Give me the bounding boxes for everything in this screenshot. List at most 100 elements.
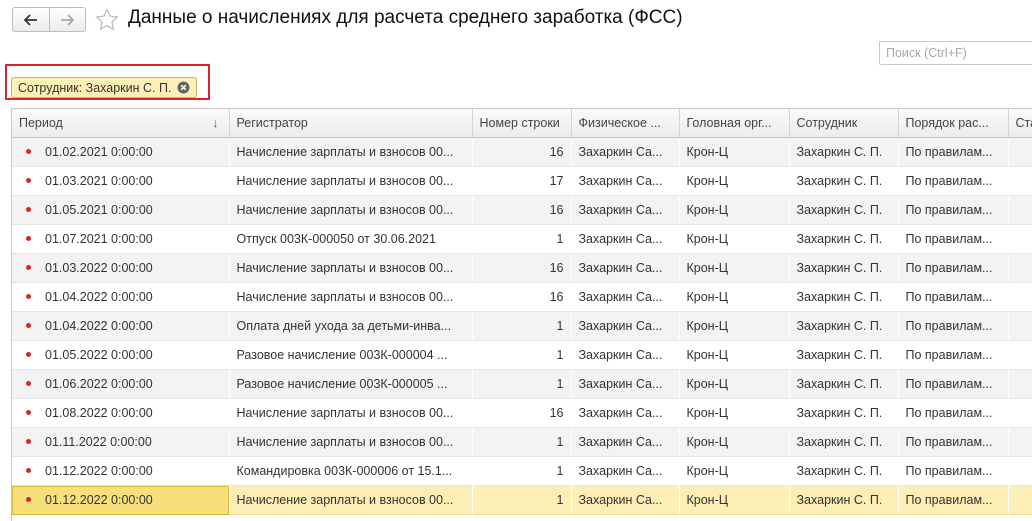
cell-status[interactable]	[1008, 282, 1032, 312]
cell-registrar[interactable]: Начисление зарплаты и взносов 00...	[229, 282, 473, 312]
cell-employee[interactable]: Захаркин С. П.	[789, 485, 899, 515]
cell-period[interactable]: 01.03.2022 0:00:00	[12, 253, 230, 283]
cell-status[interactable]	[1008, 340, 1032, 370]
column-header-calculation-order[interactable]: Порядок рас...	[898, 109, 1009, 138]
cell-registrar[interactable]: Отпуск 003К-000050 от 30.06.2021	[229, 224, 473, 254]
cell-calculation-order[interactable]: По правилам...	[898, 427, 1009, 457]
cell-status[interactable]	[1008, 195, 1032, 225]
cell-registrar[interactable]: Оплата дней ухода за детьми-инва...	[229, 311, 473, 341]
star-icon[interactable]	[95, 8, 119, 30]
cell-period[interactable]: 01.06.2022 0:00:00	[12, 369, 230, 399]
cell-individual[interactable]: Захаркин Са...	[571, 224, 680, 254]
cell-registrar[interactable]: Начисление зарплаты и взносов 00...	[229, 166, 473, 196]
cell-line-number[interactable]: 16	[472, 137, 572, 167]
cell-individual[interactable]: Захаркин Са...	[571, 340, 680, 370]
cell-line-number[interactable]: 1	[472, 224, 572, 254]
table-row[interactable]: 01.02.2021 0:00:00 Начисление зарплаты и …	[12, 137, 1032, 167]
forward-button[interactable]	[48, 8, 86, 31]
cell-registrar[interactable]: Начисление зарплаты и взносов 00...	[229, 253, 473, 283]
cell-individual[interactable]: Захаркин Са...	[571, 369, 680, 399]
cell-status[interactable]	[1008, 456, 1032, 486]
cell-individual[interactable]: Захаркин Са...	[571, 485, 680, 515]
cell-individual[interactable]: Захаркин Са...	[571, 166, 680, 196]
cell-line-number[interactable]: 1	[472, 485, 572, 515]
cell-status[interactable]	[1008, 427, 1032, 457]
cell-line-number[interactable]: 16	[472, 253, 572, 283]
cell-head-organization[interactable]: Крон-Ц	[679, 137, 790, 167]
table-row[interactable]: 01.11.2022 0:00:00 Начисление зарплаты и …	[12, 427, 1032, 457]
table-row[interactable]: 01.04.2022 0:00:00 Оплата дней ухода за д…	[12, 311, 1032, 341]
column-header-period[interactable]: Период ↓	[12, 109, 230, 138]
cell-calculation-order[interactable]: По правилам...	[898, 340, 1009, 370]
cell-calculation-order[interactable]: По правилам...	[898, 398, 1009, 428]
cell-line-number[interactable]: 17	[472, 166, 572, 196]
cell-employee[interactable]: Захаркин С. П.	[789, 369, 899, 399]
cell-line-number[interactable]: 1	[472, 427, 572, 457]
cell-calculation-order[interactable]: По правилам...	[898, 137, 1009, 167]
cell-status[interactable]	[1008, 166, 1032, 196]
cell-line-number[interactable]: 16	[472, 195, 572, 225]
cell-line-number[interactable]: 16	[472, 282, 572, 312]
back-button[interactable]	[13, 8, 49, 31]
cell-head-organization[interactable]: Крон-Ц	[679, 311, 790, 341]
cell-employee[interactable]: Захаркин С. П.	[789, 166, 899, 196]
cell-period[interactable]: 01.05.2022 0:00:00	[12, 340, 230, 370]
cell-line-number[interactable]: 1	[472, 456, 572, 486]
cell-head-organization[interactable]: Крон-Ц	[679, 456, 790, 486]
cell-calculation-order[interactable]: По правилам...	[898, 369, 1009, 399]
table-row[interactable]: 01.07.2021 0:00:00 Отпуск 003К-000050 от …	[12, 224, 1032, 254]
cell-period[interactable]: 01.04.2022 0:00:00	[12, 282, 230, 312]
cell-employee[interactable]: Захаркин С. П.	[789, 224, 899, 254]
column-header-registrar[interactable]: Регистратор	[229, 109, 473, 138]
cell-calculation-order[interactable]: По правилам...	[898, 485, 1009, 515]
cell-calculation-order[interactable]: По правилам...	[898, 224, 1009, 254]
cell-head-organization[interactable]: Крон-Ц	[679, 398, 790, 428]
cell-individual[interactable]: Захаркин Са...	[571, 137, 680, 167]
cell-period[interactable]: 01.05.2021 0:00:00	[12, 195, 230, 225]
cell-head-organization[interactable]: Крон-Ц	[679, 282, 790, 312]
cell-period[interactable]: 01.03.2021 0:00:00	[12, 166, 230, 196]
cell-calculation-order[interactable]: По правилам...	[898, 311, 1009, 341]
cell-employee[interactable]: Захаркин С. П.	[789, 282, 899, 312]
column-header-head-organization[interactable]: Головная орг...	[679, 109, 790, 138]
cell-status[interactable]	[1008, 224, 1032, 254]
cell-employee[interactable]: Захаркин С. П.	[789, 456, 899, 486]
cell-line-number[interactable]: 1	[472, 311, 572, 341]
cell-status[interactable]	[1008, 369, 1032, 399]
cell-head-organization[interactable]: Крон-Ц	[679, 427, 790, 457]
cell-calculation-order[interactable]: По правилам...	[898, 166, 1009, 196]
cell-registrar[interactable]: Начисление зарплаты и взносов 00...	[229, 427, 473, 457]
filter-chip[interactable]: Сотрудник: Захаркин С. П.	[11, 77, 198, 98]
cell-registrar[interactable]: Начисление зарплаты и взносов 00...	[229, 137, 473, 167]
cell-individual[interactable]: Захаркин Са...	[571, 427, 680, 457]
cell-head-organization[interactable]: Крон-Ц	[679, 253, 790, 283]
table-row[interactable]: 01.05.2021 0:00:00 Начисление зарплаты и …	[12, 195, 1032, 225]
cell-registrar[interactable]: Разовое начисление 003К-000004 ...	[229, 340, 473, 370]
cell-registrar[interactable]: Командировка 003К-000006 от 15.1...	[229, 456, 473, 486]
cell-individual[interactable]: Захаркин Са...	[571, 253, 680, 283]
cell-period[interactable]: 01.08.2022 0:00:00	[12, 398, 230, 428]
cell-period[interactable]: 01.04.2022 0:00:00	[12, 311, 230, 341]
cell-employee[interactable]: Захаркин С. П.	[789, 427, 899, 457]
cell-registrar[interactable]: Разовое начисление 003К-000005 ...	[229, 369, 473, 399]
cell-period[interactable]: 01.07.2021 0:00:00	[12, 224, 230, 254]
cell-period[interactable]: 01.11.2022 0:00:00	[12, 427, 230, 457]
cell-individual[interactable]: Захаркин Са...	[571, 195, 680, 225]
search-input[interactable]	[879, 41, 1032, 65]
cell-head-organization[interactable]: Крон-Ц	[679, 224, 790, 254]
cell-individual[interactable]: Захаркин Са...	[571, 282, 680, 312]
cell-calculation-order[interactable]: По правилам...	[898, 253, 1009, 283]
cell-status[interactable]	[1008, 311, 1032, 341]
cell-calculation-order[interactable]: По правилам...	[898, 456, 1009, 486]
cell-employee[interactable]: Захаркин С. П.	[789, 137, 899, 167]
cell-status[interactable]	[1008, 485, 1032, 515]
cell-line-number[interactable]: 16	[472, 398, 572, 428]
cell-period[interactable]: 01.02.2021 0:00:00	[12, 137, 230, 167]
cell-head-organization[interactable]: Крон-Ц	[679, 195, 790, 225]
cell-status[interactable]	[1008, 253, 1032, 283]
cell-individual[interactable]: Захаркин Са...	[571, 398, 680, 428]
table-row[interactable]: 01.12.2022 0:00:00 Начисление зарплаты и …	[12, 485, 1032, 515]
column-header-line-number[interactable]: Номер строки	[472, 109, 572, 138]
cell-line-number[interactable]: 1	[472, 369, 572, 399]
cell-registrar[interactable]: Начисление зарплаты и взносов 00...	[229, 195, 473, 225]
